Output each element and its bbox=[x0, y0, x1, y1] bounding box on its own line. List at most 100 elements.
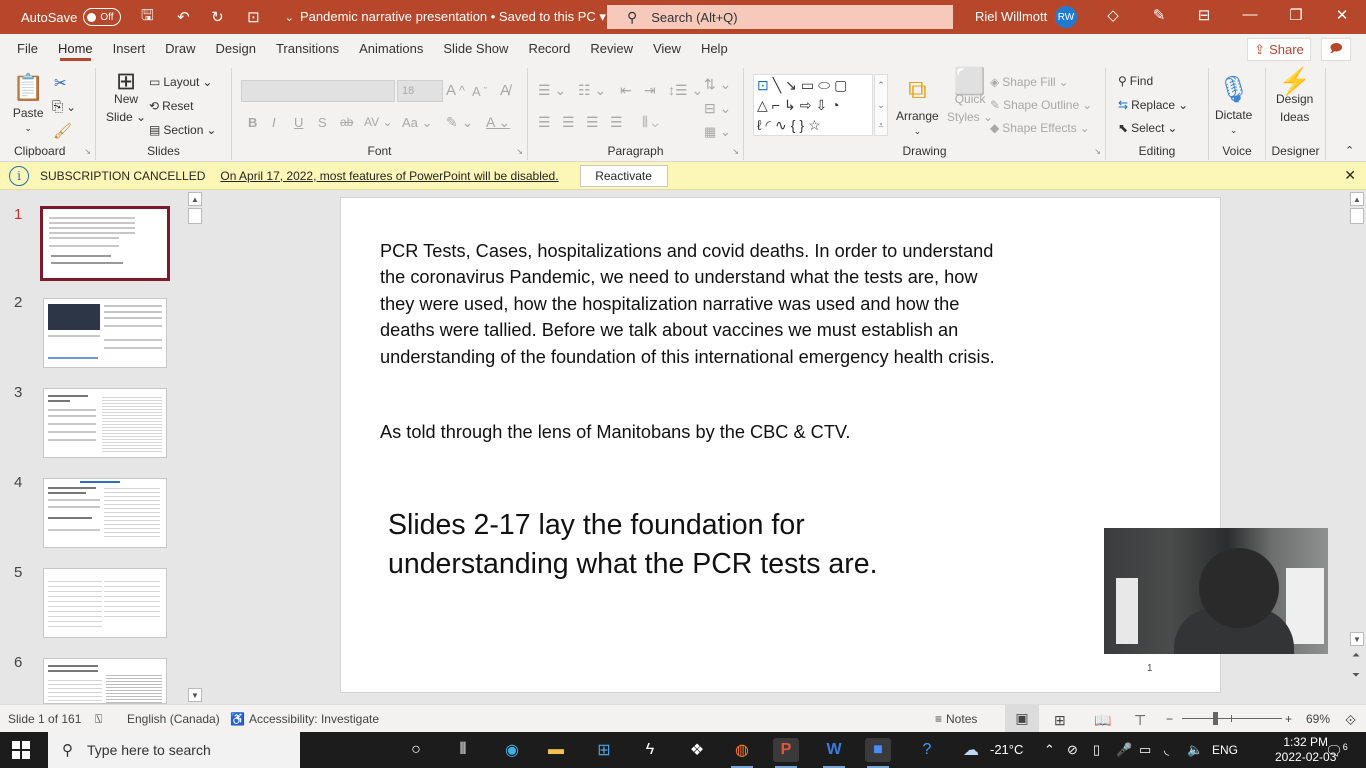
document-title[interactable]: Pandemic narrative presentation • Saved … bbox=[300, 9, 606, 25]
decrease-indent-icon[interactable]: ⇤ bbox=[620, 82, 632, 99]
zoom-slider[interactable] bbox=[1182, 712, 1282, 725]
columns-icon[interactable]: ⫼ ⌄ bbox=[642, 114, 659, 130]
weather-icon[interactable]: ☁ bbox=[958, 738, 984, 762]
arc-shape-icon[interactable]: ◜ bbox=[766, 117, 775, 133]
font-color-icon[interactable]: A ⌄ bbox=[486, 114, 510, 131]
close-notice-icon[interactable]: ✕ bbox=[1344, 167, 1356, 184]
shape-outline-button[interactable]: ✎ Shape Outline ⌄ bbox=[990, 98, 1092, 112]
cut-icon[interactable]: ✂ bbox=[54, 74, 67, 92]
copy-icon[interactable]: ⎘ ⌄ bbox=[52, 98, 76, 115]
dropbox-icon[interactable]: ❖ bbox=[684, 738, 710, 762]
slide-thumbnail-6[interactable] bbox=[43, 658, 167, 704]
elbow-arrow-icon[interactable]: ↳ bbox=[784, 97, 800, 113]
align-left-icon[interactable]: ☰ bbox=[538, 114, 551, 131]
paste-button[interactable]: 📋 Paste ⌄ bbox=[12, 72, 44, 134]
tab-animations[interactable]: Animations bbox=[359, 34, 423, 64]
italic-icon[interactable]: I bbox=[272, 115, 276, 130]
tab-insert[interactable]: Insert bbox=[113, 34, 146, 64]
volume-icon[interactable]: 🔈 bbox=[1187, 742, 1203, 758]
tab-record[interactable]: Record bbox=[528, 34, 570, 64]
cortana-icon[interactable]: ○ bbox=[403, 738, 429, 762]
close-icon[interactable]: ✕ bbox=[1331, 6, 1353, 24]
editor-scroll-down-icon[interactable]: ▼ bbox=[1350, 632, 1364, 646]
fit-to-window-icon[interactable]: ⟐ bbox=[1345, 712, 1356, 729]
paragraph-launcher-icon[interactable]: ↘ bbox=[732, 147, 739, 156]
bullets-icon[interactable]: ☰ ⌄ bbox=[538, 82, 566, 99]
notification-center-icon[interactable]: 🗨6 bbox=[1325, 742, 1348, 760]
change-case-icon[interactable]: Aa ⌄ bbox=[402, 115, 432, 131]
strikethrough-icon[interactable]: ab bbox=[340, 115, 353, 129]
autosave-toggle[interactable]: Off bbox=[83, 8, 122, 26]
accessibility-status[interactable]: ♿ Accessibility: Investigate bbox=[230, 712, 379, 726]
save-icon[interactable]: 🖫 bbox=[137, 5, 157, 30]
comments-button[interactable]: 🗩 bbox=[1321, 38, 1351, 61]
language-indicator[interactable]: English (Canada) bbox=[127, 712, 220, 726]
format-painter-icon[interactable]: 🖌 bbox=[53, 122, 72, 140]
slide-sorter-view-icon[interactable]: ⊞ bbox=[1054, 712, 1066, 729]
tab-help[interactable]: Help bbox=[701, 34, 728, 64]
temperature[interactable]: -21°C bbox=[990, 742, 1023, 757]
replace-button[interactable]: ⇆ Replace ⌄ bbox=[1118, 98, 1188, 112]
slide-body-text[interactable]: PCR Tests, Cases, hospitalizations and c… bbox=[380, 238, 1000, 370]
tab-home[interactable]: Home bbox=[58, 34, 93, 64]
customize-qat-icon[interactable]: ⌄ bbox=[279, 11, 299, 24]
notes-button[interactable]: ≡ Notes bbox=[935, 712, 977, 726]
tab-design[interactable]: Design bbox=[216, 34, 256, 64]
section-button[interactable]: ▤ Section ⌄ bbox=[149, 123, 216, 137]
justify-icon[interactable]: ☰ bbox=[610, 114, 623, 131]
rectangle-shape-icon[interactable]: ▭ bbox=[801, 77, 818, 93]
quick-styles-button[interactable]: ⬜ Quick Styles ⌄ bbox=[947, 68, 993, 125]
down-arrow-shape-icon[interactable]: ⇩ bbox=[815, 97, 831, 113]
clear-formatting-icon[interactable]: A̸ bbox=[500, 82, 510, 99]
font-name-dropdown[interactable] bbox=[241, 80, 395, 102]
rounded-rectangle-shape-icon[interactable]: ▢ bbox=[834, 77, 851, 93]
layout-button[interactable]: ▭ Layout ⌄ bbox=[149, 75, 212, 89]
arrange-button[interactable]: ⧉ Arrange ⌄ bbox=[896, 74, 939, 137]
align-text-icon[interactable]: ⊟ ⌄ bbox=[704, 100, 731, 117]
next-slide-icon[interactable]: ⏷ bbox=[1352, 670, 1360, 681]
zoom-in-icon[interactable]: + bbox=[1285, 712, 1292, 726]
tab-transitions[interactable]: Transitions bbox=[276, 34, 339, 64]
zoom-app-icon[interactable]: ■ bbox=[865, 738, 891, 768]
thumbnail-scroll-thumb[interactable] bbox=[188, 208, 202, 224]
windows-start-icon[interactable] bbox=[12, 741, 30, 759]
tab-file[interactable]: File bbox=[17, 34, 38, 64]
right-arrow-shape-icon[interactable]: ⇨ bbox=[800, 97, 816, 113]
slide-thumbnail-2[interactable] bbox=[43, 298, 167, 368]
battery-icon[interactable]: ▭ bbox=[1139, 742, 1151, 758]
scroll-up-icon[interactable]: ▲ bbox=[188, 192, 202, 206]
slide-thumbnail-3[interactable] bbox=[43, 388, 167, 458]
line-spacing-icon[interactable]: ↕☰ ⌄ bbox=[668, 82, 703, 99]
tab-draw[interactable]: Draw bbox=[165, 34, 195, 64]
minimize-icon[interactable]: — bbox=[1239, 6, 1261, 23]
slide-subtitle-text[interactable]: As told through the lens of Manitobans b… bbox=[380, 422, 850, 443]
character-spacing-icon[interactable]: AV ⌄ bbox=[364, 115, 393, 129]
align-right-icon[interactable]: ☰ bbox=[586, 114, 599, 131]
slide-thumbnail-1[interactable] bbox=[40, 206, 170, 281]
taskbar-search-box[interactable]: ⚲ Type here to search bbox=[48, 732, 300, 768]
tab-view[interactable]: View bbox=[653, 34, 681, 64]
shape-fill-button[interactable]: ◈ Shape Fill ⌄ bbox=[990, 75, 1069, 89]
reading-view-icon[interactable]: 📖 bbox=[1094, 712, 1111, 729]
highlight-color-icon[interactable]: ✎ ⌄ bbox=[446, 114, 473, 131]
firefox-icon[interactable]: ◍ bbox=[729, 738, 755, 768]
show-hidden-icons-icon[interactable]: ⌃ bbox=[1044, 742, 1055, 758]
camera-icon[interactable]: ▯ bbox=[1093, 742, 1100, 758]
word-taskbar-icon[interactable]: W bbox=[821, 738, 847, 768]
font-launcher-icon[interactable]: ↘ bbox=[516, 147, 523, 156]
task-view-icon[interactable]: ⫴ bbox=[450, 738, 476, 762]
design-ideas-button[interactable]: ⚡ Design Ideas bbox=[1276, 68, 1313, 125]
previous-slide-icon[interactable]: ⏶ bbox=[1352, 650, 1360, 661]
slide-callout-text[interactable]: Slides 2-17 lay the foundation for under… bbox=[388, 506, 878, 584]
tab-slide-show[interactable]: Slide Show bbox=[443, 34, 508, 64]
triangle-shape-icon[interactable]: △ bbox=[757, 97, 772, 113]
clipboard-launcher-icon[interactable]: ↘ bbox=[84, 147, 91, 156]
select-button[interactable]: ⬉ Select ⌄ bbox=[1118, 121, 1177, 135]
scribble-shape-icon[interactable]: ℓ bbox=[757, 117, 766, 133]
slide-thumbnail-4[interactable] bbox=[43, 478, 167, 548]
increase-font-size-icon[interactable]: A ^ bbox=[446, 82, 465, 99]
underline-icon[interactable]: U bbox=[294, 115, 303, 130]
slide-show-view-icon[interactable]: ⊤ bbox=[1134, 712, 1146, 729]
app-lightning-icon[interactable]: ϟ bbox=[637, 738, 663, 762]
find-button[interactable]: ⚲ Find bbox=[1118, 74, 1153, 88]
